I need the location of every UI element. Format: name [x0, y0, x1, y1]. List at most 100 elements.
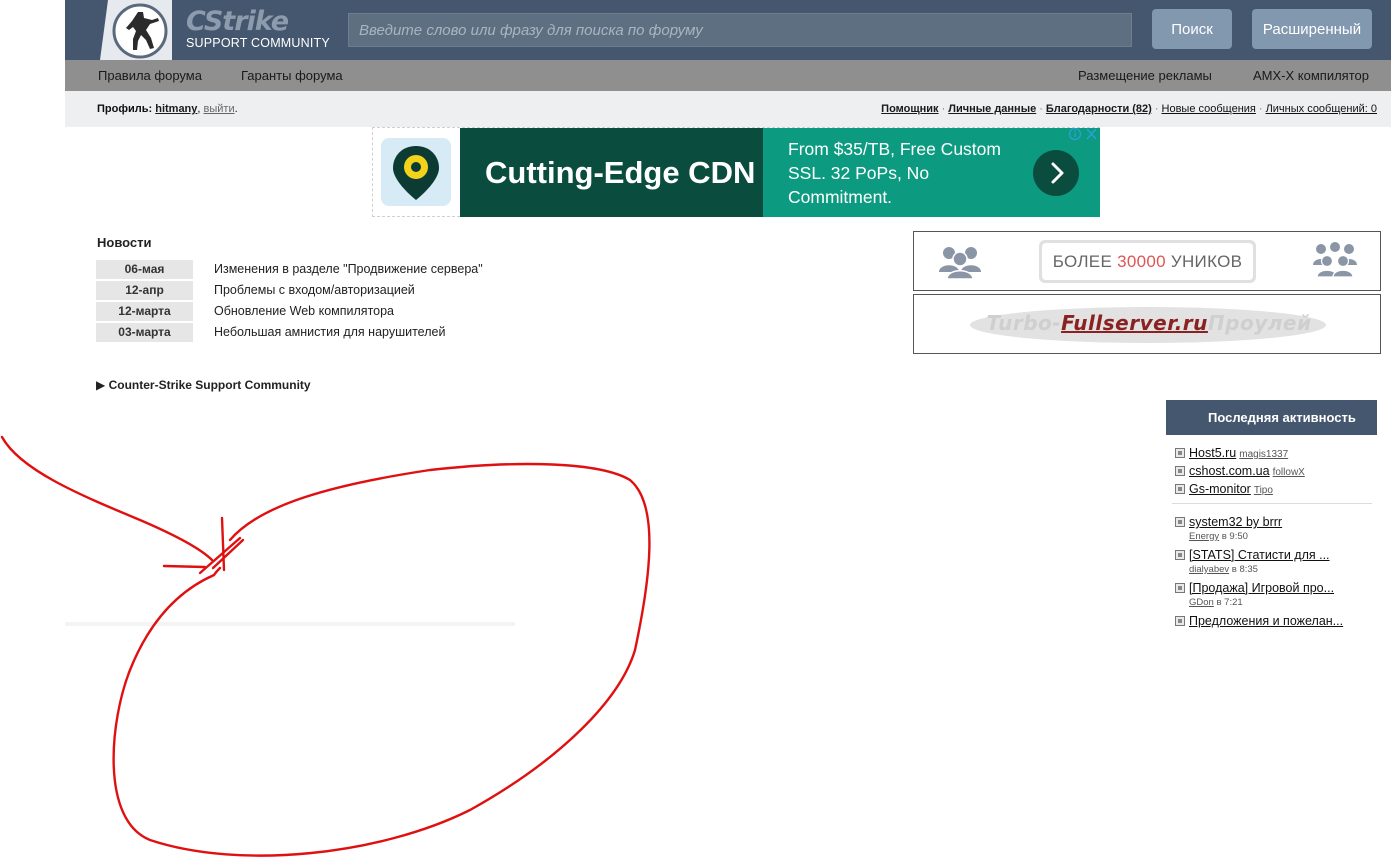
- private-messages-link[interactable]: Личных сообщений: 0: [1266, 103, 1377, 115]
- profile-username-link[interactable]: hitmany: [155, 103, 197, 115]
- activity-server-name[interactable]: cshost.com.ua: [1189, 464, 1270, 478]
- news-item[interactable]: 12-апр Проблемы с входом/авторизацией: [96, 281, 596, 300]
- people-crowd-icon: [1313, 242, 1357, 278]
- news-text[interactable]: Изменения в разделе "Продвижение сервера…: [214, 262, 483, 276]
- forum-category-link[interactable]: ▶ Counter-Strike Support Community: [96, 378, 311, 392]
- activity-topic-item[interactable]: Предложения и пожелан...: [1175, 612, 1343, 630]
- nav-amx-compiler[interactable]: AMX-X компилятор: [1253, 68, 1369, 83]
- advanced-search-button[interactable]: Расширенный: [1252, 9, 1372, 49]
- activity-topic-meta: Energy в 9:50: [1189, 531, 1248, 542]
- activity-server-item[interactable]: Host5.ru magis1337: [1175, 444, 1288, 462]
- news-item[interactable]: 03-марта Небольшая амнистия для нарушите…: [96, 323, 596, 342]
- unique-visitors-banner[interactable]: БОЛЕЕ 30000 УНИКОВ: [913, 231, 1381, 291]
- annotation-ellipse: [112, 462, 651, 857]
- unique-visitors-box: БОЛЕЕ 30000 УНИКОВ: [1039, 240, 1256, 283]
- news-item[interactable]: 06-мая Изменения в разделе "Продвижение …: [96, 260, 596, 279]
- chevron-right-icon: [1051, 162, 1064, 184]
- activity-server-name[interactable]: Host5.ru: [1189, 446, 1236, 460]
- news-date: 12-апр: [96, 281, 193, 300]
- site-logo-emblem[interactable]: [100, 0, 172, 60]
- profile-bar: Профиль: hitmany, выйти. Помощник · Личные…: [65, 91, 1391, 127]
- page: CStrike SUPPORT COMMUNITY Введите слово …: [0, 0, 1391, 861]
- activity-server-item[interactable]: cshost.com.ua followX: [1175, 462, 1305, 480]
- activity-topic-item[interactable]: system32 by brrr: [1175, 513, 1282, 531]
- empty-block-divider: [65, 622, 515, 626]
- logo-title: CStrike: [186, 6, 289, 37]
- activity-topic-item[interactable]: [STATS] Статисти для ...: [1175, 546, 1330, 564]
- activity-topic-title[interactable]: Предложения и пожелан...: [1189, 614, 1343, 628]
- activity-topic-user[interactable]: dialyabev: [1189, 564, 1229, 575]
- turbo-fullserver-banner[interactable]: Turbo-Fullserver.ruПроулей: [913, 294, 1381, 354]
- activity-topic-item[interactable]: [Продажа] Игровой про...: [1175, 579, 1334, 597]
- news-title: Новости: [97, 235, 152, 250]
- topic-icon: [1175, 550, 1185, 560]
- people-group-icon: [939, 247, 981, 280]
- news-date: 06-мая: [96, 260, 193, 279]
- news-date: 03-марта: [96, 323, 193, 342]
- activity-server-name[interactable]: Gs-monitor: [1189, 482, 1251, 496]
- ad-choices-icons[interactable]: [1067, 127, 1099, 141]
- new-posts-link[interactable]: Новые сообщения: [1162, 103, 1256, 115]
- topic-icon: [1175, 583, 1185, 593]
- helper-link[interactable]: Помощник: [881, 103, 938, 115]
- activity-server-user[interactable]: Tipo: [1254, 485, 1273, 496]
- search-placeholder: Введите слово или фразу для поиска по фо…: [359, 22, 703, 39]
- server-icon: [1175, 466, 1185, 476]
- turbo-mid: Fullserver.ru: [1061, 311, 1208, 335]
- ad-logo: [381, 138, 451, 206]
- search-button[interactable]: Поиск: [1152, 9, 1232, 49]
- forum-search-input[interactable]: Введите слово или фразу для поиска по фо…: [348, 13, 1132, 47]
- news-text[interactable]: Небольшая амнистия для нарушителей: [214, 325, 445, 339]
- nav-forum-guarantors[interactable]: Гаранты форума: [241, 68, 343, 83]
- location-pin-icon: [393, 146, 439, 200]
- logout-link[interactable]: выйти: [204, 103, 235, 115]
- forum-category-label: Counter-Strike Support Community: [108, 378, 311, 392]
- news-text[interactable]: Обновление Web компилятора: [214, 304, 394, 318]
- server-icon: [1175, 448, 1185, 458]
- server-icon: [1175, 484, 1185, 494]
- personal-data-link[interactable]: Личные данные: [948, 103, 1036, 115]
- ad-body-text: From $35/TB, Free Custom SSL. 32 PoPs, N…: [788, 139, 1001, 207]
- logo-subtitle: SUPPORT COMMUNITY: [186, 36, 330, 50]
- uniks-prefix: БОЛЕЕ: [1052, 251, 1113, 271]
- thanks-link[interactable]: Благодарности (82): [1046, 103, 1152, 115]
- ad-headline: Cutting-Edge CDN: [460, 128, 763, 217]
- cdn-ad-banner[interactable]: Cutting-Edge CDN From $35/TB, Free Custo…: [372, 127, 1100, 217]
- profile-info: Профиль: hitmany, выйти.: [97, 103, 238, 115]
- recent-activity-header: Последняя активность: [1166, 400, 1377, 435]
- activity-topic-title[interactable]: [STATS] Статисти для ...: [1189, 548, 1330, 562]
- activity-server-user[interactable]: followX: [1273, 467, 1305, 478]
- nav-advertising[interactable]: Размещение рекламы: [1078, 68, 1212, 83]
- soldier-logo-icon: [112, 3, 168, 59]
- uniks-suffix: УНИКОВ: [1170, 251, 1243, 271]
- activity-server-user[interactable]: magis1337: [1239, 449, 1288, 460]
- uniks-number: 30000: [1117, 251, 1166, 271]
- activity-topic-time: в 8:35: [1231, 564, 1258, 575]
- activity-server-item[interactable]: Gs-monitor Tipo: [1175, 480, 1273, 498]
- site-logo-text[interactable]: CStrike SUPPORT COMMUNITY: [186, 6, 330, 51]
- activity-topic-meta: dialyabev в 8:35: [1189, 564, 1258, 575]
- activity-topic-time: в 9:50: [1221, 531, 1248, 542]
- turbo-right: Проулей: [1207, 311, 1312, 335]
- ad-arrow-button[interactable]: [1033, 150, 1079, 196]
- activity-topic-title[interactable]: [Продажа] Игровой про...: [1189, 581, 1334, 595]
- triangle-right-icon: ▶: [96, 378, 106, 392]
- news-text[interactable]: Проблемы с входом/авторизацией: [214, 283, 415, 297]
- news-item[interactable]: 12-марта Обновление Web компилятора: [96, 302, 596, 321]
- turbo-left: Turbo-: [986, 311, 1062, 335]
- nav-forum-rules[interactable]: Правила форума: [98, 68, 202, 83]
- annotation-arrowhead: [162, 516, 245, 575]
- activity-topic-title[interactable]: system32 by brrr: [1189, 515, 1282, 529]
- topic-icon: [1175, 616, 1185, 626]
- activity-topic-time: в 7:21: [1216, 597, 1243, 608]
- activity-topic-user[interactable]: GDon: [1189, 597, 1214, 608]
- ad-body-panel: From $35/TB, Free Custom SSL. 32 PoPs, N…: [763, 128, 1100, 217]
- activity-divider: [1172, 503, 1372, 504]
- activity-topic-user[interactable]: Energy: [1189, 531, 1219, 542]
- profile-links: Помощник · Личные данные · Благодарности (82…: [881, 103, 1377, 115]
- activity-topic-meta: GDon в 7:21: [1189, 597, 1243, 608]
- annotation-arrow-line: [0, 435, 214, 562]
- news-date: 12-марта: [96, 302, 193, 321]
- profile-label: Профиль:: [97, 103, 153, 115]
- topic-icon: [1175, 517, 1185, 527]
